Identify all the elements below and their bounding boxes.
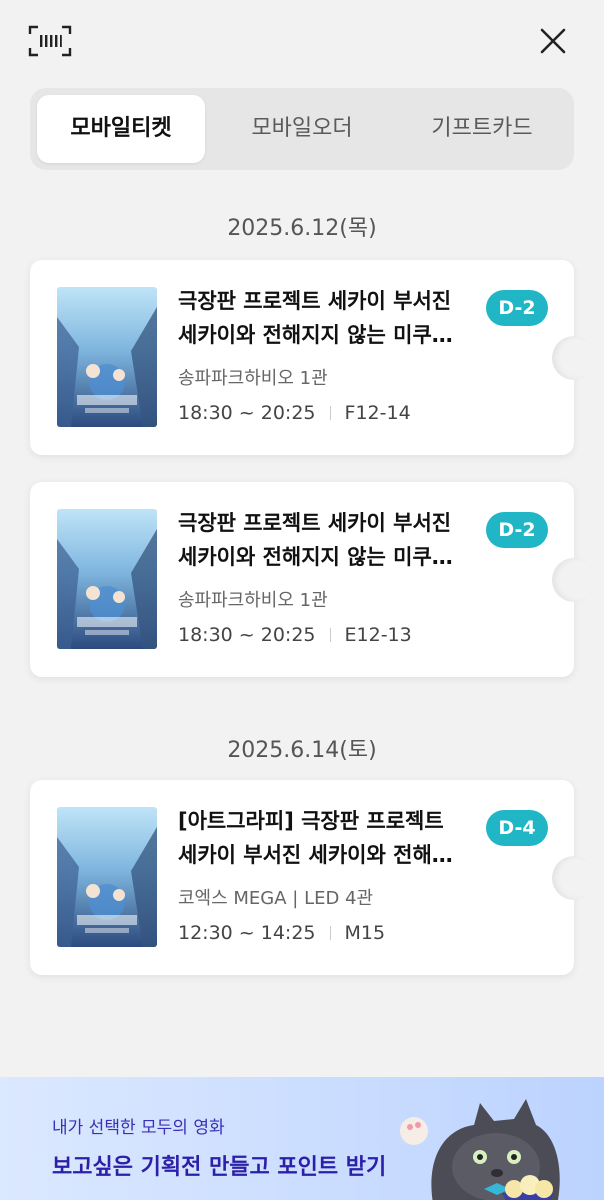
ticket-notch [552, 856, 596, 900]
date-header: 2025.6.14(토) [227, 738, 377, 763]
d-day-badge: D-2 [486, 290, 548, 326]
ticket-type-tabs: 모바일티켓 모바일오더 기프트카드 [30, 88, 574, 170]
ticket-card[interactable]: 극장판 프로젝트 세카이 부서진 세카이와 전해지지 않는 미쿠… D-2 송파… [30, 260, 596, 455]
showtime: 12:30 ~ 14:25 [178, 922, 316, 944]
movie-poster [57, 287, 157, 427]
movie-title-line: 극장판 프로젝트 세카이 부서진 [178, 511, 452, 535]
movie-title-line: 세카이 부서진 세카이와 전해… [178, 843, 453, 867]
cat-mascot-icon [384, 1089, 584, 1200]
ticket-card[interactable]: 극장판 프로젝트 세카이 부서진 세카이와 전해지지 않는 미쿠… D-2 송파… [30, 482, 596, 677]
movie-title-line: [아트그라피] 극장판 프로젝트 [178, 809, 444, 833]
seat-number: F12-14 [344, 402, 411, 424]
divider [329, 628, 331, 642]
d-day-badge: D-2 [486, 512, 548, 548]
movie-title: 극장판 프로젝트 세카이 부서진 세카이와 전해지지 않는 미쿠… [178, 506, 480, 574]
divider [329, 926, 331, 940]
movie-poster [57, 807, 157, 947]
showtime-info: 18:30 ~ 20:25 E12-13 [178, 624, 412, 646]
showtime-info: 18:30 ~ 20:25 F12-14 [178, 402, 411, 424]
banner-subtitle: 내가 선택한 모두의 영화 [52, 1118, 225, 1138]
showtime: 18:30 ~ 20:25 [178, 624, 316, 646]
seat-number: M15 [344, 922, 386, 944]
d-day-badge: D-4 [486, 810, 548, 846]
divider [329, 406, 331, 420]
close-icon[interactable] [536, 24, 570, 58]
top-bar [0, 0, 604, 84]
tab-gift-card[interactable]: 기프트카드 [392, 95, 572, 163]
seat-number: E12-13 [344, 624, 412, 646]
promo-banner[interactable]: 내가 선택한 모두의 영화 보고싶은 기획전 만들고 포인트 받기 [0, 1077, 604, 1200]
ticket-card[interactable]: [아트그라피] 극장판 프로젝트 세카이 부서진 세카이와 전해… D-4 코엑… [30, 780, 596, 975]
movie-title-line: 극장판 프로젝트 세카이 부서진 [178, 289, 452, 313]
movie-title: [아트그라피] 극장판 프로젝트 세카이 부서진 세카이와 전해… [178, 804, 480, 872]
tab-mobile-ticket[interactable]: 모바일티켓 [37, 95, 205, 163]
ticket-notch [552, 558, 596, 602]
theater-name: 코엑스 MEGA | LED 4관 [178, 888, 374, 909]
barcode-scan-icon[interactable] [28, 24, 72, 58]
tab-mobile-order[interactable]: 모바일오더 [212, 95, 392, 163]
ticket-notch [552, 336, 596, 380]
date-header: 2025.6.12(목) [227, 216, 377, 241]
movie-poster [57, 509, 157, 649]
movie-title-line: 세카이와 전해지지 않는 미쿠… [178, 323, 453, 347]
showtime: 18:30 ~ 20:25 [178, 402, 316, 424]
theater-name: 송파파크하비오 1관 [178, 590, 328, 611]
theater-name: 송파파크하비오 1관 [178, 368, 328, 389]
movie-title: 극장판 프로젝트 세카이 부서진 세카이와 전해지지 않는 미쿠… [178, 284, 480, 352]
banner-title: 보고싶은 기획전 만들고 포인트 받기 [52, 1155, 387, 1180]
movie-title-line: 세카이와 전해지지 않는 미쿠… [178, 545, 453, 569]
showtime-info: 12:30 ~ 14:25 M15 [178, 922, 385, 944]
